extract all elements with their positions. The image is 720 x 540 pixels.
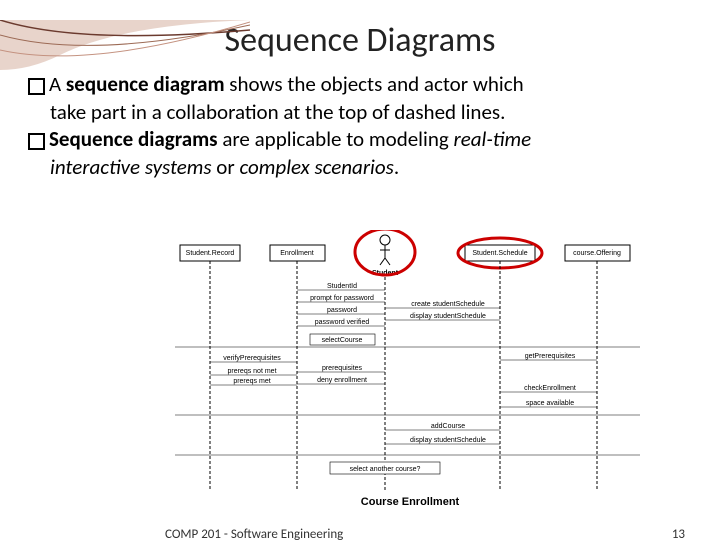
- msg: space available: [526, 400, 574, 407]
- msg: select another course?: [350, 466, 421, 473]
- text: are applicable to modeling: [218, 126, 454, 152]
- object-3: Student.Schedule: [472, 250, 527, 257]
- msg: checkEnrollment: [524, 385, 576, 392]
- bullet-2-cont: interactive systems or complex scenarios…: [28, 154, 690, 180]
- bullet-icon: [28, 133, 45, 150]
- text-bold: sequence diagram: [66, 71, 225, 97]
- sequence-diagram-figure: Student.Record Enrollment Student Studen…: [170, 230, 650, 510]
- msg: prereqs not met: [227, 368, 276, 375]
- msg: selectCourse: [322, 337, 363, 344]
- text-italic: interactive systems: [50, 154, 212, 180]
- object-4: course.Offering: [573, 250, 621, 257]
- object-1: Student.Record: [186, 250, 235, 257]
- page-title: Sequence Diagrams: [0, 20, 720, 61]
- page-number: 13: [672, 527, 685, 540]
- msg: password verified: [315, 319, 370, 326]
- slide: Sequence Diagrams A sequence diagram sho…: [0, 20, 720, 540]
- text: A: [49, 71, 66, 97]
- text-italic: real-time: [454, 126, 532, 152]
- bullet-1-cont: take part in a collaboration at the top …: [28, 99, 690, 125]
- text: or: [212, 154, 240, 180]
- text: .: [394, 154, 399, 180]
- msg: prerequisites: [322, 365, 363, 372]
- diagram-caption: Course Enrollment: [361, 496, 460, 508]
- body-text: A sequence diagram shows the objects and…: [0, 71, 720, 180]
- text-italic: complex scenarios: [239, 154, 393, 180]
- msg: password: [327, 307, 357, 314]
- msg: display studentSchedule: [410, 313, 486, 320]
- text: shows the objects and actor which: [225, 71, 524, 97]
- msg: deny enrollment: [317, 377, 367, 384]
- bullet-icon: [28, 78, 45, 95]
- msg: create studentSchedule: [411, 301, 485, 308]
- object-2: Enrollment: [280, 250, 314, 257]
- msg: prompt for password: [310, 295, 374, 302]
- msg: getPrerequisites: [525, 353, 576, 360]
- text-bold: Sequence diagrams: [49, 126, 218, 152]
- msg: StudentId: [327, 283, 357, 290]
- bullet-2: Sequence diagrams are applicable to mode…: [28, 126, 690, 152]
- msg: addCourse: [431, 423, 465, 430]
- msg: display studentSchedule: [410, 437, 486, 444]
- msg: prereqs met: [233, 378, 270, 385]
- bullet-1: A sequence diagram shows the objects and…: [28, 71, 690, 97]
- msg: verifyPrerequisites: [223, 355, 281, 362]
- footer-left: COMP 201 - Software Engineering: [165, 527, 343, 540]
